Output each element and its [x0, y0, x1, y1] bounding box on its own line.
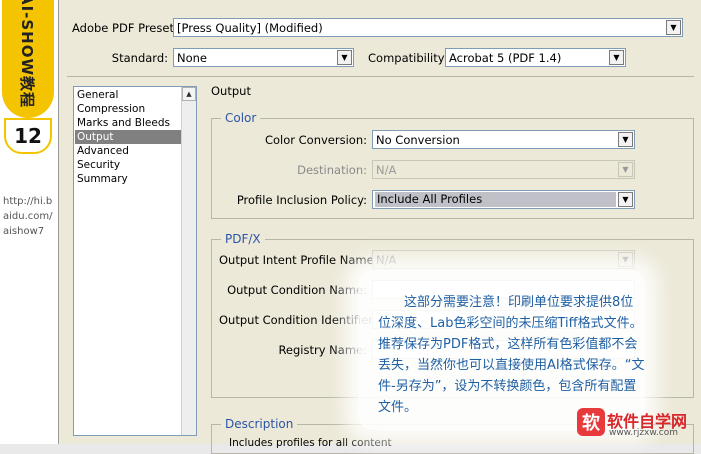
profile-inclusion-select[interactable]: Include All Profiles ▼: [372, 190, 635, 209]
category-list[interactable]: General Compression Marks and Bleeds Out…: [73, 86, 197, 436]
category-security[interactable]: Security: [75, 158, 181, 172]
destination-select[interactable]: N/A ▼: [372, 160, 635, 179]
blog-url: http://hi.baidu.com/aishow7: [3, 196, 53, 237]
category-summary[interactable]: Summary: [75, 172, 181, 186]
banner-ribbon: AI-SHOW教程: [2, 0, 54, 118]
output-intent-select[interactable]: N/A ▼: [372, 250, 635, 269]
preset-select[interactable]: [Press Quality] (Modified) ▼: [173, 18, 683, 37]
header-divider: [67, 76, 694, 77]
color-conversion-label: Color Conversion:: [264, 133, 367, 147]
color-group-title: Color: [221, 111, 261, 125]
site-logo-icon: 软: [577, 408, 605, 436]
chevron-down-icon[interactable]: ▼: [618, 252, 633, 267]
destination-label: Destination:: [297, 163, 367, 177]
lesson-number-badge: 12: [4, 118, 52, 154]
preset-label: Adobe PDF Preset:: [72, 21, 178, 35]
banner-title: AI-SHOW教程: [18, 0, 37, 108]
compatibility-label: Compatibility:: [368, 51, 448, 65]
output-condition-identifier-label: Output Condition Identifier:: [219, 313, 377, 327]
category-general[interactable]: General: [75, 88, 181, 102]
chevron-down-icon[interactable]: ▼: [618, 132, 633, 147]
color-conversion-select[interactable]: No Conversion ▼: [372, 130, 635, 149]
chevron-down-icon[interactable]: ▼: [618, 162, 633, 177]
standard-label: Standard:: [111, 51, 168, 65]
scroll-up-icon[interactable]: ▲: [182, 87, 196, 101]
chevron-down-icon[interactable]: ▼: [337, 50, 352, 65]
description-group-title: Description: [221, 417, 298, 431]
profile-inclusion-label: Profile Inclusion Policy:: [236, 193, 367, 207]
list-scrollbar[interactable]: ▲: [181, 87, 196, 435]
panel-title: Output: [211, 84, 251, 98]
output-intent-label: Output Intent Profile Name:: [219, 253, 378, 267]
chevron-down-icon[interactable]: ▼: [666, 20, 681, 35]
category-output[interactable]: Output: [75, 130, 181, 144]
category-marks-and-bleeds[interactable]: Marks and Bleeds: [75, 116, 181, 130]
pdfx-group-title: PDF/X: [221, 232, 265, 246]
chevron-down-icon[interactable]: ▼: [618, 192, 633, 207]
compatibility-select[interactable]: Acrobat 5 (PDF 1.4) ▼: [445, 48, 626, 67]
standard-select[interactable]: None ▼: [173, 48, 354, 67]
chevron-down-icon[interactable]: ▼: [609, 50, 624, 65]
description-text: Includes profiles for all content: [229, 437, 392, 449]
site-url: www.rjzxw.com: [609, 428, 678, 438]
category-compression[interactable]: Compression: [75, 102, 181, 116]
registry-name-label: Registry Name:: [278, 343, 367, 357]
side-banner: AI-SHOW教程 12 http://hi.baidu.com/aishow7: [0, 0, 58, 444]
site-watermark: 软 软件自学网 www.rjzxw.com: [577, 406, 697, 440]
annotation-text: 这部分需要注意！印刷单位要求提供8位位深度、Lab色彩空间的未压缩Tiff格式文…: [378, 295, 645, 415]
lesson-number: 12: [14, 124, 42, 148]
output-condition-name-label: Output Condition Name:: [227, 283, 367, 297]
category-advanced[interactable]: Advanced: [75, 144, 181, 158]
